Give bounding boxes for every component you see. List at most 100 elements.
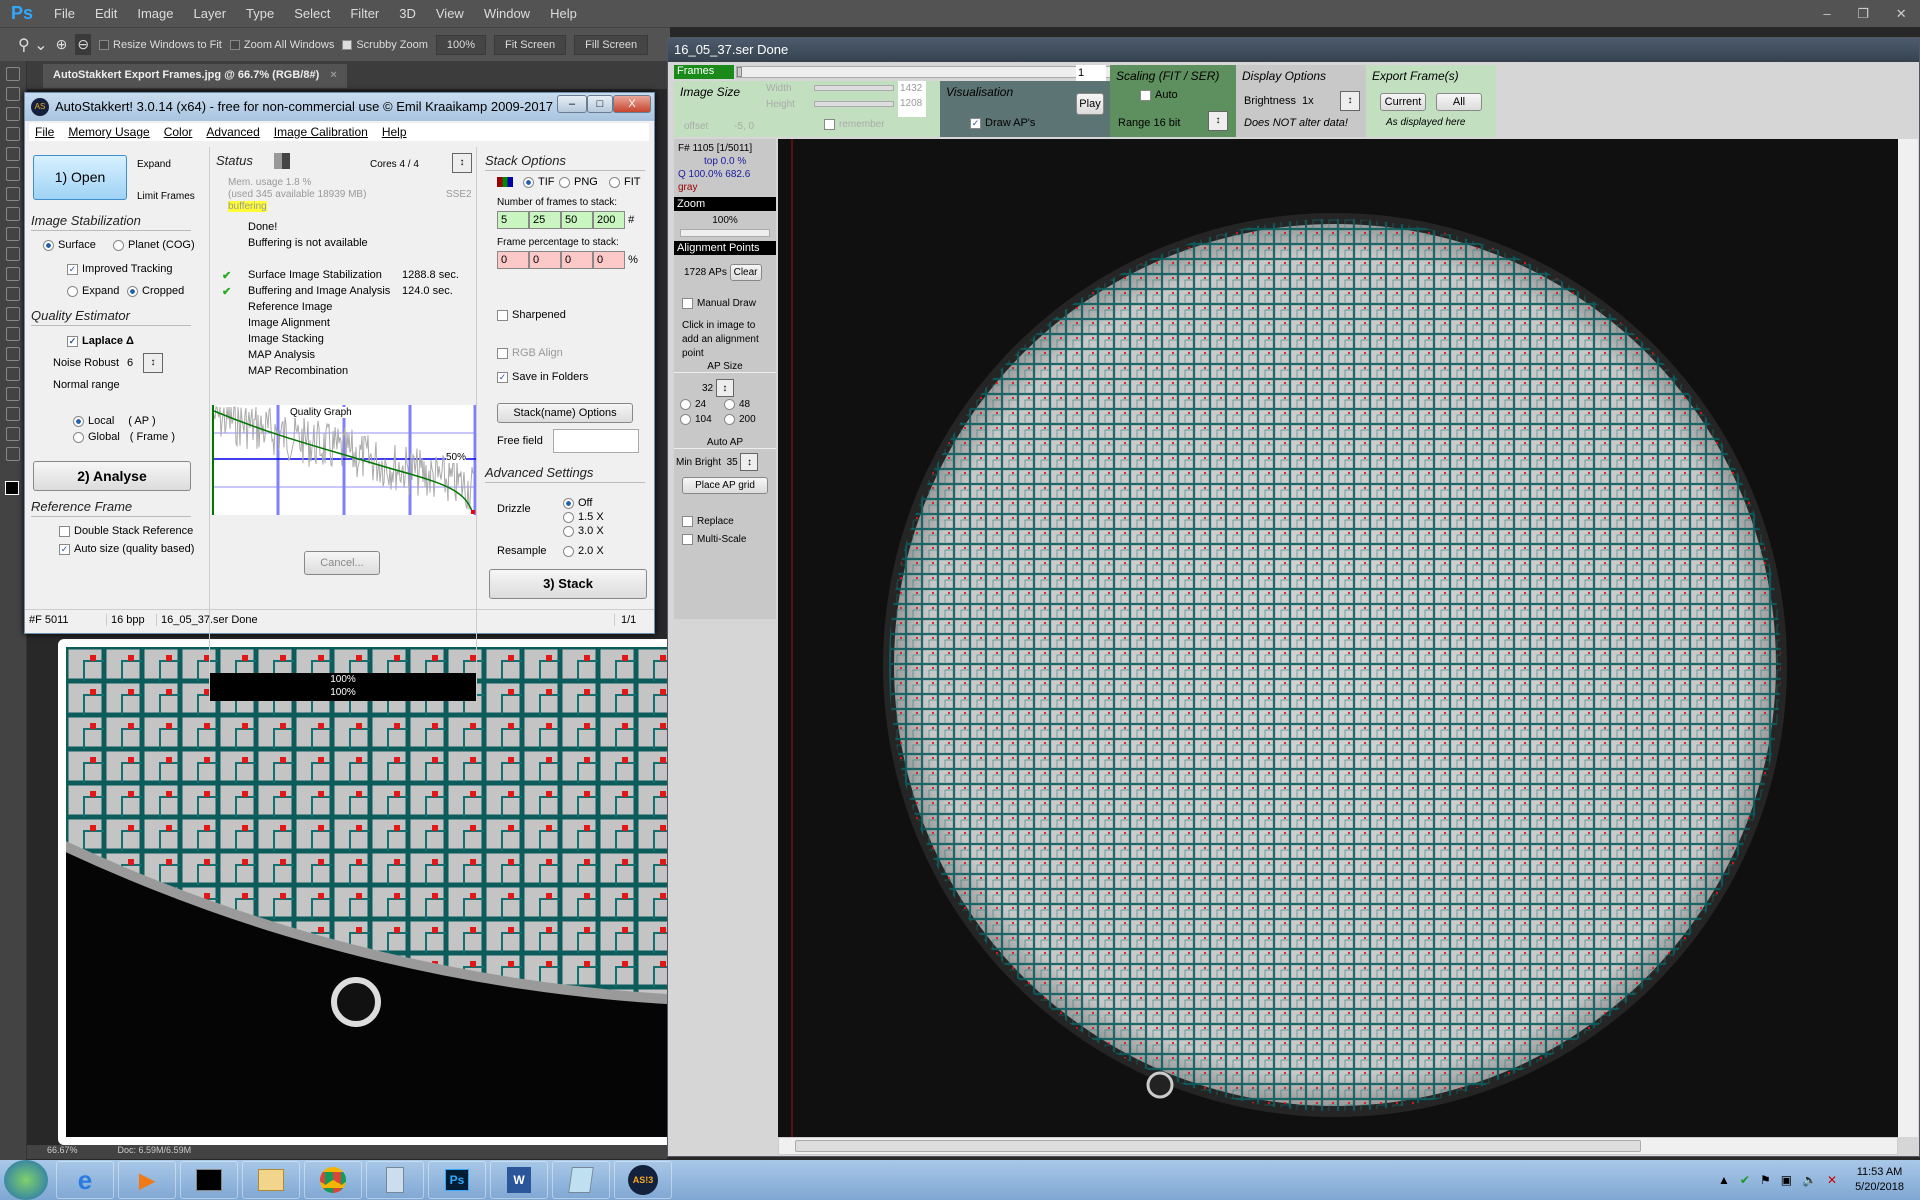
menu-filter[interactable]: Filter <box>340 6 389 21</box>
manual-draw-checkbox[interactable]: Manual Draw <box>674 278 776 309</box>
num-frames-input[interactable]: 5 <box>497 211 529 229</box>
planet-radio[interactable]: Planet (COG) <box>113 239 195 251</box>
stamp-icon[interactable] <box>6 227 20 241</box>
ap-size-200-radio[interactable]: 200 <box>724 414 768 425</box>
stack-button[interactable]: 3) Stack <box>489 569 647 599</box>
laplace-checkbox[interactable]: ✓ Laplace Δ <box>67 335 134 347</box>
resize-windows-checkbox[interactable]: Resize Windows to Fit <box>99 39 222 51</box>
ap-size-spinner-icon[interactable]: ↕ <box>715 379 734 398</box>
zoom-slider[interactable] <box>680 229 770 237</box>
scrollbar-thumb[interactable] <box>795 1140 1641 1152</box>
menu-view[interactable]: View <box>426 6 474 21</box>
brush-icon[interactable] <box>6 207 20 221</box>
tif-radio[interactable]: TIF <box>523 176 555 188</box>
color-mode-icon[interactable] <box>497 177 513 187</box>
eraser-icon[interactable] <box>6 267 20 281</box>
cancel-button[interactable]: Cancel... <box>304 551 380 575</box>
taskbar-photoshop-icon[interactable]: Ps <box>428 1161 486 1199</box>
hand-icon[interactable] <box>6 427 20 441</box>
tab-close-icon[interactable]: × <box>330 69 336 81</box>
ap-size-104-radio[interactable]: 104 <box>680 414 724 425</box>
zoom-icon[interactable] <box>6 447 20 461</box>
taskbar-explorer-icon[interactable] <box>242 1161 300 1199</box>
move-tool-icon[interactable] <box>6 67 20 81</box>
menu-type[interactable]: Type <box>236 6 284 21</box>
taskbar-chrome-icon[interactable] <box>304 1161 362 1199</box>
num-frames-input[interactable]: 25 <box>529 211 561 229</box>
zoom-all-windows-checkbox[interactable]: Zoom All Windows <box>229 39 334 51</box>
cropped-radio[interactable]: Cropped <box>127 285 184 297</box>
taskbar-media-player-icon[interactable]: ▶ <box>118 1161 176 1199</box>
scrubby-zoom-checkbox[interactable]: Scrubby Zoom <box>342 39 428 51</box>
taskbar-autostakkert-icon[interactable]: AS!3 <box>614 1161 672 1199</box>
shape-icon[interactable] <box>6 407 20 421</box>
tray-alert-icon[interactable]: ✕ <box>1827 1173 1837 1187</box>
auto-scaling-checkbox[interactable]: Auto <box>1140 89 1178 101</box>
as-menu-color[interactable]: Color <box>164 125 193 139</box>
menu-edit[interactable]: Edit <box>85 6 127 21</box>
ap-size-48-radio[interactable]: 48 <box>724 399 768 410</box>
clear-aps-button[interactable]: Clear <box>729 264 762 281</box>
menu-layer[interactable]: Layer <box>184 6 237 21</box>
open-button[interactable]: 1) Open <box>33 155 127 200</box>
lasso-tool-icon[interactable] <box>6 107 20 121</box>
taskbar-ie-icon[interactable]: e <box>56 1161 114 1199</box>
pct-input[interactable]: 0 <box>593 251 625 269</box>
zoom-tool-icon[interactable]: ⚲ ⌄ <box>18 35 48 55</box>
replace-checkbox[interactable]: Replace <box>674 496 776 528</box>
drizzle-off-radio[interactable]: Off <box>563 497 592 509</box>
quick-select-icon[interactable] <box>6 127 20 141</box>
save-folders-checkbox[interactable]: ✓ Save in Folders <box>497 371 588 383</box>
document-tab[interactable]: AutoStakkert Export Frames.jpg @ 66.7% (… <box>43 64 347 88</box>
fill-screen-button[interactable]: Fill Screen <box>574 34 649 55</box>
taskbar-cmd-icon[interactable] <box>180 1161 238 1199</box>
menu-3d[interactable]: 3D <box>389 6 426 21</box>
zoom-100-button[interactable]: 100% <box>435 34 487 55</box>
cores-spinner-icon[interactable]: ↕ <box>452 153 472 173</box>
place-ap-grid-button[interactable]: Place AP grid <box>682 477 768 495</box>
range-spinner-icon[interactable]: ↕ <box>1208 111 1228 131</box>
menu-help[interactable]: Help <box>540 6 587 21</box>
width-slider[interactable] <box>814 85 894 91</box>
free-field-input[interactable] <box>553 429 639 453</box>
zoom-in-icon[interactable]: ⊕ <box>56 36 68 53</box>
draw-aps-checkbox[interactable]: ✓ Draw AP's <box>970 117 1035 129</box>
play-button[interactable]: Play <box>1076 93 1104 115</box>
minimize-icon[interactable]: – <box>1823 6 1830 21</box>
menu-image[interactable]: Image <box>127 6 183 21</box>
menu-file[interactable]: File <box>44 6 85 21</box>
eyedropper-icon[interactable] <box>6 167 20 181</box>
as-menu-help[interactable]: Help <box>382 125 407 139</box>
taskbar-word-icon[interactable]: W <box>490 1161 548 1199</box>
expand-link[interactable]: Expand <box>137 159 171 170</box>
png-radio[interactable]: PNG <box>559 176 598 188</box>
num-frames-input[interactable]: 200 <box>593 211 625 229</box>
as-menu-memory[interactable]: Memory Usage <box>68 125 149 139</box>
tray-network-icon[interactable]: ▣ <box>1781 1173 1792 1187</box>
restore-icon[interactable]: ❐ <box>1857 6 1869 22</box>
close-icon[interactable]: ✕ <box>1896 6 1907 22</box>
limit-frames-link[interactable]: Limit Frames <box>137 191 195 202</box>
resample-20-radio[interactable]: 2.0 X <box>563 545 604 557</box>
analyse-button[interactable]: 2) Analyse <box>33 461 191 491</box>
sharpened-checkbox[interactable]: Sharpened <box>497 309 566 321</box>
healing-icon[interactable] <box>6 187 20 201</box>
pct-input[interactable]: 0 <box>529 251 561 269</box>
drizzle-30-radio[interactable]: 3.0 X <box>563 525 604 537</box>
export-current-button[interactable]: Current <box>1380 93 1426 111</box>
rgb-align-checkbox[interactable]: RGB Align <box>497 347 563 359</box>
drizzle-15-radio[interactable]: 1.5 X <box>563 511 604 523</box>
pct-input[interactable]: 0 <box>561 251 593 269</box>
multi-scale-checkbox[interactable]: Multi-Scale <box>674 528 776 545</box>
expand-radio[interactable]: Expand <box>67 285 119 297</box>
crop-tool-icon[interactable] <box>6 147 20 161</box>
close-button[interactable]: X <box>613 95 651 113</box>
tray-expand-icon[interactable]: ▲ <box>1718 1173 1730 1187</box>
height-slider[interactable] <box>814 101 894 107</box>
menu-select[interactable]: Select <box>284 6 340 21</box>
image-canvas[interactable] <box>778 139 1898 1137</box>
tray-security-icon[interactable]: ✔ <box>1740 1173 1750 1187</box>
stack-name-options-button[interactable]: Stack(name) Options <box>497 403 633 423</box>
as-menu-advanced[interactable]: Advanced <box>206 125 259 139</box>
noise-robust-spinner-icon[interactable]: ↕ <box>143 353 163 373</box>
